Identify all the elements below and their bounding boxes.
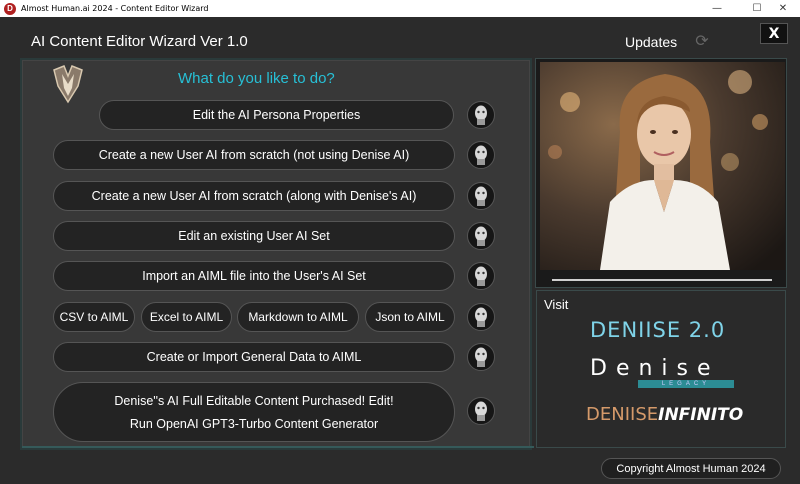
close-button[interactable]: X [760, 23, 788, 44]
excel-to-aiml-button[interactable]: Excel to AIML [141, 302, 232, 332]
denise-legacy-main: Denise [590, 356, 720, 381]
deniise-2-logo[interactable]: DENIISE 2.0 [590, 318, 725, 342]
robot-avatar-icon[interactable] [467, 222, 495, 250]
edit-existing-set-button[interactable]: Edit an existing User AI Set [53, 221, 455, 251]
purchased-line-1: Denise''s AI Full Editable Content Purch… [114, 393, 394, 408]
robot-avatar-icon[interactable] [467, 303, 495, 331]
photo-progress-slider[interactable] [552, 279, 772, 281]
markdown-to-aiml-button[interactable]: Markdown to AIML [237, 302, 359, 332]
window-title: Almost Human.ai 2024 - Content Editor Wi… [21, 4, 209, 13]
general-data-button[interactable]: Create or Import General Data to AIML [53, 342, 455, 372]
denise-legacy-logo[interactable]: Denise LEGACY [590, 356, 734, 388]
denise-legacy-sub: LEGACY [638, 380, 734, 388]
robot-avatar-icon[interactable] [467, 101, 495, 129]
refresh-icon[interactable]: ⟳ [693, 32, 711, 50]
visit-label: Visit [544, 297, 569, 312]
robot-avatar-icon[interactable] [467, 141, 495, 169]
updates-label[interactable]: Updates [625, 34, 677, 50]
robot-avatar-icon[interactable] [467, 343, 495, 371]
new-user-ai-denise-button[interactable]: Create a new User AI from scratch (along… [53, 181, 455, 211]
csv-to-aiml-button[interactable]: CSV to AIML [53, 302, 135, 332]
edit-persona-button[interactable]: Edit the AI Persona Properties [99, 100, 454, 130]
question-heading: What do you like to do? [178, 70, 335, 87]
minimize-button[interactable]: — [700, 0, 734, 17]
purchased-line-2: Run OpenAI GPT3-Turbo Content Generator [129, 416, 379, 431]
wizard-logo-icon [53, 65, 83, 104]
deniise-infinito-logo[interactable]: DENIISEINFINITO [586, 404, 743, 425]
robot-avatar-icon[interactable] [467, 262, 495, 290]
robot-avatar-icon[interactable] [467, 397, 495, 425]
purchased-content-button[interactable]: Denise''s AI Full Editable Content Purch… [53, 382, 455, 442]
import-aiml-button[interactable]: Import an AIML file into the User's AI S… [53, 261, 455, 291]
json-to-aiml-button[interactable]: Json to AIML [365, 302, 455, 332]
deniise-infinito-part-b: INFINITO [658, 405, 744, 425]
app-icon: D [4, 2, 16, 15]
robot-avatar-icon[interactable] [467, 182, 495, 210]
window-close-button[interactable]: ✕ [766, 0, 800, 17]
new-user-ai-button[interactable]: Create a new User AI from scratch (not u… [53, 140, 455, 170]
window-titlebar: D Almost Human.ai 2024 - Content Editor … [0, 0, 800, 17]
panel-accent-line [22, 446, 534, 448]
persona-photo [540, 62, 785, 270]
copyright-badge: Copyright Almost Human 2024 [601, 458, 781, 479]
app-title: AI Content Editor Wizard Ver 1.0 [31, 33, 248, 50]
deniise-infinito-part-a: DENIISE [586, 404, 659, 425]
